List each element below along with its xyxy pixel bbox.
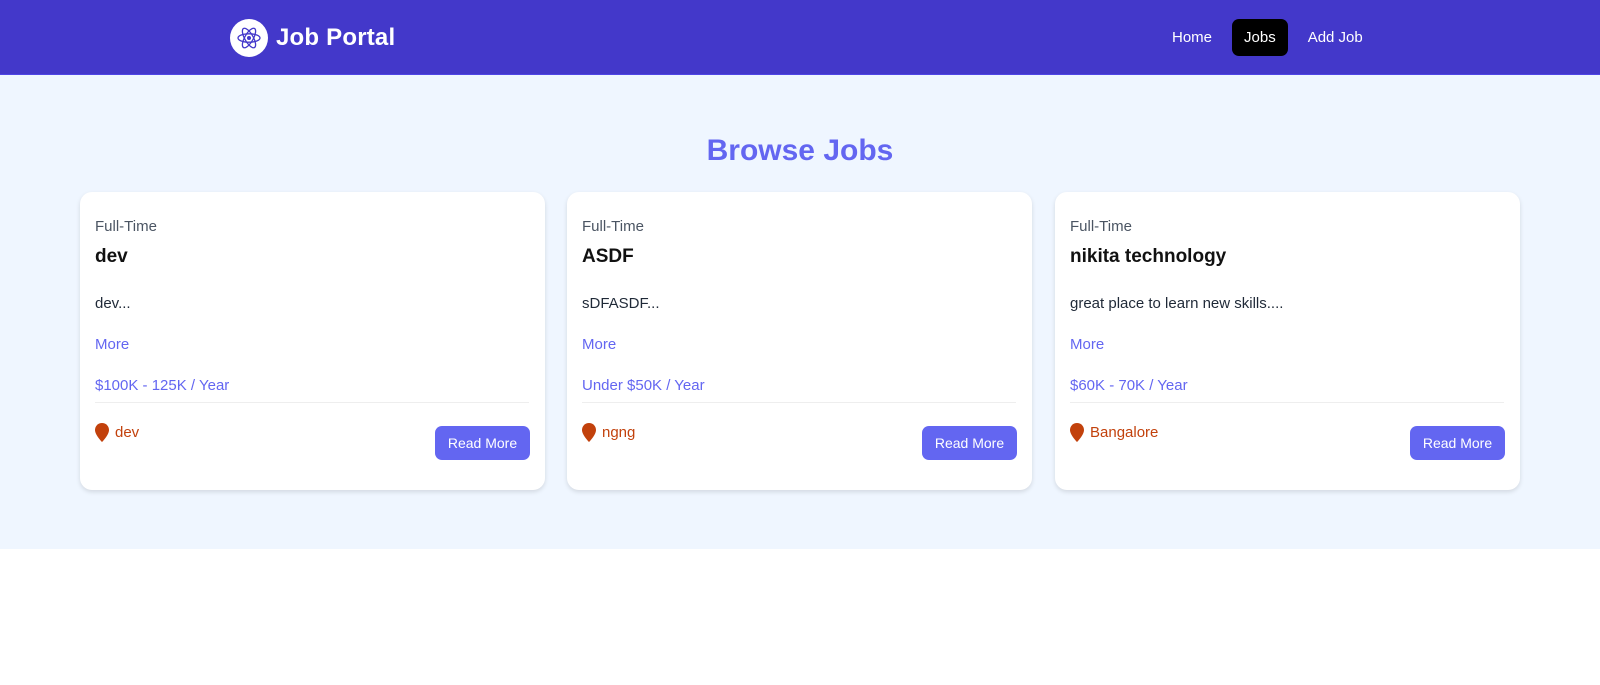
map-marker-icon <box>95 423 109 442</box>
card-divider <box>582 402 1016 403</box>
job-location: dev <box>95 423 139 442</box>
job-location: ngng <box>582 423 635 442</box>
read-more-button[interactable]: Read More <box>1410 426 1505 460</box>
job-description: sDFASDF... <box>582 295 660 312</box>
brand-link[interactable]: Job Portal <box>230 19 395 57</box>
more-toggle[interactable]: More <box>582 336 616 353</box>
job-location: Bangalore <box>1070 423 1158 442</box>
job-salary: Under $50K / Year <box>582 377 705 394</box>
job-type: Full-Time <box>95 218 157 235</box>
navbar: Job Portal Home Jobs Add Job <box>0 0 1600 75</box>
job-title: dev <box>95 246 128 267</box>
more-toggle[interactable]: More <box>1070 336 1104 353</box>
react-atom-icon <box>230 19 268 57</box>
job-title: ASDF <box>582 246 634 267</box>
nav-link-jobs[interactable]: Jobs <box>1232 19 1288 56</box>
job-description: great place to learn new skills.... <box>1070 295 1284 312</box>
card-divider <box>95 402 529 403</box>
job-card: Full-Time ASDF sDFASDF... More Under $50… <box>567 192 1032 490</box>
job-location-text: dev <box>115 424 140 441</box>
job-type: Full-Time <box>582 218 644 235</box>
page-title: Browse Jobs <box>706 134 894 167</box>
map-marker-icon <box>582 423 596 442</box>
job-salary: $100K - 125K / Year <box>95 377 230 394</box>
job-location-text: ngng <box>602 424 636 441</box>
job-salary: $60K - 70K / Year <box>1070 377 1188 394</box>
read-more-button[interactable]: Read More <box>435 426 530 460</box>
job-card: Full-Time dev dev... More $100K - 125K /… <box>80 192 545 490</box>
job-location-text: Bangalore <box>1090 424 1159 441</box>
job-type: Full-Time <box>1070 218 1132 235</box>
nav-link-home[interactable]: Home <box>1160 19 1224 56</box>
job-description: dev... <box>95 295 131 312</box>
map-marker-icon <box>1070 423 1084 442</box>
nav-link-add-job[interactable]: Add Job <box>1296 19 1375 56</box>
more-toggle[interactable]: More <box>95 336 129 353</box>
job-title: nikita technology <box>1070 246 1227 267</box>
nav-links: Home Jobs Add Job <box>1160 19 1383 56</box>
brand-name: Job Portal <box>276 24 396 51</box>
jobs-section: Browse Jobs Full-Time dev dev... More $1… <box>0 75 1600 549</box>
job-card: Full-Time nikita technology great place … <box>1055 192 1520 490</box>
card-divider <box>1070 402 1504 403</box>
read-more-button[interactable]: Read More <box>922 426 1017 460</box>
